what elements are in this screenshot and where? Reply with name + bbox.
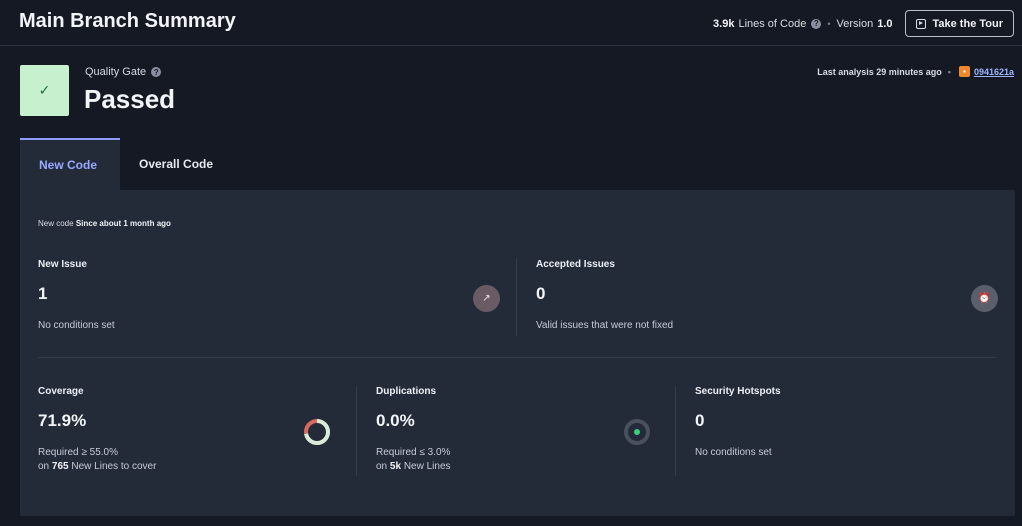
security-hotspots-title: Security Hotspots: [695, 386, 781, 397]
quality-gate-status: Passed: [84, 84, 176, 114]
commit-icon: ▪: [958, 66, 970, 77]
duplications-on: on: [376, 461, 388, 472]
help-icon[interactable]: ?: [811, 18, 822, 29]
section-divider: [38, 357, 996, 358]
security-hotspots-sub: No conditions set: [695, 447, 772, 458]
header-stats: 3.9k Lines of Code ? • Version 1.0 Take t…: [713, 10, 1014, 37]
take-tour-label: Take the Tour: [932, 17, 1004, 30]
new-issue-value[interactable]: 1: [38, 284, 47, 304]
take-tour-button[interactable]: Take the Tour: [904, 10, 1014, 37]
play-icon: [915, 18, 926, 29]
coverage-lines-label: New Lines to cover: [71, 461, 157, 472]
quality-gate-badge: ✓: [20, 65, 69, 116]
page-title: Main Branch Summary: [19, 10, 236, 32]
tab-overall-code[interactable]: Overall Code: [120, 138, 232, 190]
coverage-title: Coverage: [38, 386, 84, 397]
metrics-panel: New code Since about 1 month ago New Iss…: [20, 190, 1015, 516]
separator-dot: •: [947, 66, 951, 77]
new-issue-sub: No conditions set: [38, 320, 115, 331]
trend-icon[interactable]: ↗: [473, 285, 500, 312]
new-code-period: New code Since about 1 month ago: [38, 219, 171, 228]
quality-gate-label-text: Quality Gate: [85, 66, 147, 78]
last-analysis-text: Last analysis 29 minutes ago: [817, 66, 942, 77]
security-hotspots-value[interactable]: 0: [695, 411, 704, 431]
help-icon[interactable]: ?: [151, 67, 162, 77]
quality-gate-label: Quality Gate ?: [85, 66, 162, 78]
version-label: Version: [836, 17, 874, 30]
accepted-issues-sub: Valid issues that were not fixed: [536, 320, 674, 331]
divider: [675, 386, 676, 476]
commit-hash-link[interactable]: 0941621a: [974, 67, 1014, 77]
app-root: Main Branch Summary 3.9k Lines of Code ?…: [0, 0, 1022, 526]
duplications-required: Required ≤ 3.0%: [376, 447, 451, 458]
new-code-since: Since about 1 month ago: [75, 219, 171, 228]
coverage-required: Required ≥ 55.0%: [38, 447, 118, 458]
duplications-lines-label: New Lines: [403, 461, 451, 472]
loc-value: 3.9k: [713, 17, 735, 30]
new-code-prefix: New code: [38, 219, 74, 228]
separator-dot: •: [827, 18, 831, 29]
accepted-issues-value[interactable]: 0: [536, 284, 545, 304]
last-analysis: Last analysis 29 minutes ago • ▪ 0941621…: [817, 66, 1014, 77]
new-issue-title: New Issue: [38, 259, 87, 270]
check-icon: ✓: [38, 82, 51, 98]
divider: [356, 386, 357, 476]
duplications-indicator-icon: [624, 419, 650, 445]
accepted-issues-title: Accepted Issues: [536, 259, 615, 270]
code-tabs: New Code Overall Code: [20, 138, 232, 190]
duplications-dot: [634, 429, 640, 435]
duplications-title: Duplications: [376, 386, 437, 397]
coverage-value[interactable]: 71.9%: [38, 411, 86, 431]
version-info: Version 1.0: [837, 18, 893, 30]
duplications-value[interactable]: 0.0%: [376, 411, 415, 431]
tab-new-code[interactable]: New Code: [20, 138, 120, 190]
coverage-lines-count[interactable]: 765: [52, 461, 69, 472]
alarm-clock-icon[interactable]: ⏰: [971, 285, 998, 312]
coverage-donut-icon: [304, 419, 330, 445]
coverage-on: on: [38, 461, 50, 472]
divider: [516, 258, 517, 336]
duplications-lines: on 5k New Lines: [376, 460, 451, 474]
version-value: 1.0: [877, 17, 893, 30]
duplications-lines-count[interactable]: 5k: [390, 461, 401, 472]
coverage-details: Required ≥ 55.0% on 765 New Lines to cov…: [38, 446, 156, 474]
duplications-details: Required ≤ 3.0% on 5k New Lines: [376, 446, 451, 474]
coverage-lines: on 765 New Lines to cover: [38, 460, 156, 474]
loc-label: Lines of Code: [738, 17, 807, 30]
header-bar: Main Branch Summary 3.9k Lines of Code ?…: [0, 0, 1022, 46]
